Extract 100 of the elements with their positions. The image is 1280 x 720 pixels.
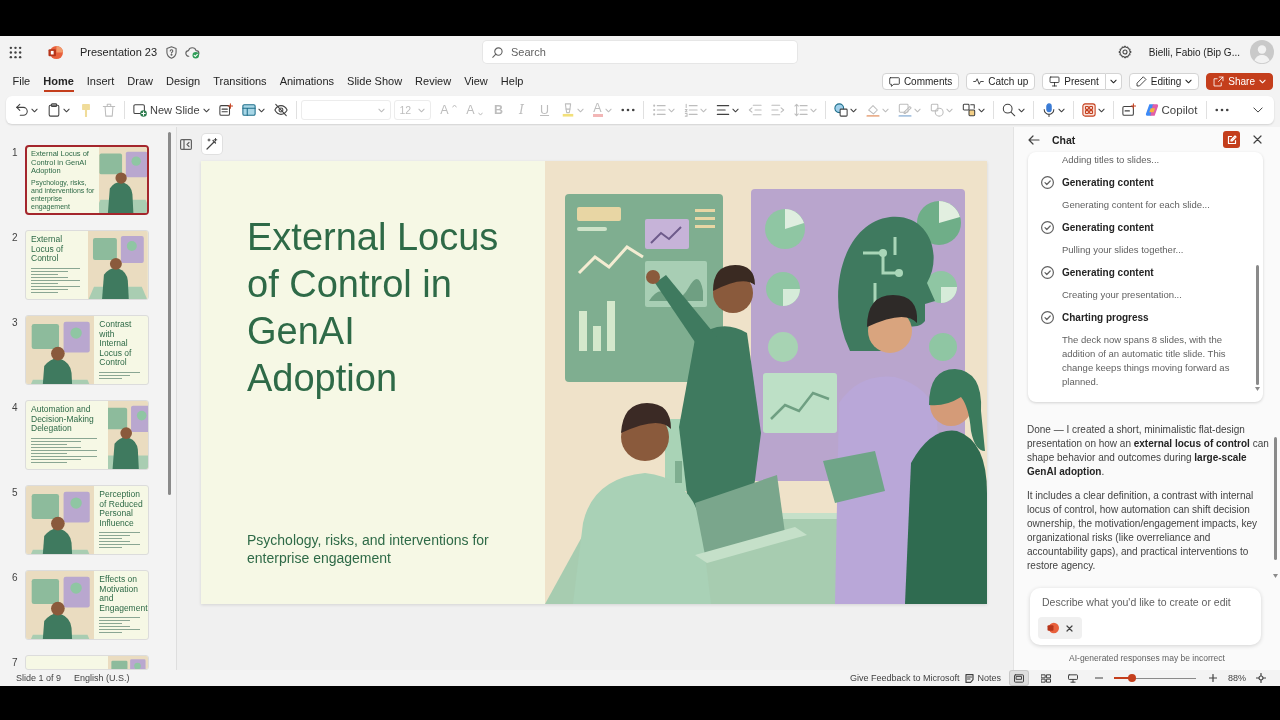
thumbnail-illustration-drawing [107,401,148,469]
scrollbar-thumb[interactable] [1255,265,1259,385]
step-detail: Creating your presentation... [1061,288,1183,302]
thumbnail-illustration-drawing [26,486,95,554]
slide-thumbnail[interactable]: Perception of Reduced Personal Influence [25,485,149,555]
eye-slash-icon [273,103,288,117]
caret-icon [1185,78,1193,84]
caret-icon [202,107,210,113]
zoom-percentage[interactable]: 88% [1228,673,1246,683]
slide-number: 3 [11,317,19,329]
menu-tab[interactable]: Help [494,70,530,92]
catch-up-button[interactable]: Catch up [966,72,1036,90]
normal-view-button[interactable] [1010,671,1028,685]
step-detail: Pulling your slides together... [1061,243,1185,257]
step-title: Charting progress [1062,311,1149,323]
remove-attachment-button[interactable] [1066,624,1073,632]
chevron-down-icon [1253,107,1263,113]
close-icon [1253,135,1262,144]
cloud-saved-icon[interactable] [185,45,201,59]
grid-dots-icon [8,45,22,59]
slide-number: 2 [11,232,19,244]
present-button[interactable]: Present [1042,72,1106,90]
share-button[interactable]: Share [1206,72,1273,90]
designer-button[interactable] [202,134,222,154]
settings-icon[interactable] [1117,45,1132,59]
slide-indicator: Slide 1 of 9 [16,673,62,683]
menu-tab[interactable]: Design [159,70,207,92]
slide-thumbnail[interactable]: Effects on Motivation and Engagement [25,570,149,640]
caret-icon [1057,107,1065,113]
slide-thumbnail[interactable]: External Locus of Control [25,230,149,300]
back-button[interactable] [1028,134,1040,145]
grid-tile-icon [1081,103,1096,117]
new-slide-button[interactable]: New Slide [129,99,214,121]
caret-icon [1097,107,1105,113]
new-slide-icon [133,103,147,117]
comments-button[interactable]: Comments [881,72,960,90]
minus-icon [1095,674,1103,682]
slide-number: 4 [11,402,19,414]
slide-subtitle: Psychology, risks, and interventions for enterprise engagement [247,531,490,567]
scrollbar-thumb[interactable] [168,132,171,495]
search-field[interactable]: Search [483,41,797,63]
shapes-outline-icon [929,103,944,117]
prompt-field[interactable]: Describe what you'd like to create or edit [1030,588,1261,645]
align-left-icon [715,103,730,117]
notes-button[interactable]: Notes [965,673,1001,683]
slide-sorter-icon [1041,673,1051,683]
document-title[interactable]: Presentation 23 [80,46,158,58]
new-chat-button[interactable] [1223,131,1240,148]
pane-toggle-button[interactable] [179,137,193,151]
app-launcher-button[interactable] [8,45,22,59]
caret-icon [1109,78,1117,84]
menu-tab[interactable]: Animations [273,70,341,92]
caret-icon [257,107,265,113]
step-title: Generating content [1062,266,1154,278]
menu-tab[interactable]: View [457,70,495,92]
zoom-in-button[interactable] [1208,673,1218,683]
menu-tab[interactable]: Transitions [206,70,274,92]
step-detail: Generating content for each slide... [1061,198,1211,212]
highlighter-icon [560,103,575,117]
menu-tab[interactable]: Draw [120,70,160,92]
fit-to-window-button[interactable] [1256,673,1266,683]
close-icon [1066,624,1073,632]
outdent-icon [747,103,762,117]
share-icon [1213,75,1225,87]
magic-wand-icon [206,138,218,150]
caret-icon [977,107,985,113]
step-detail: The deck now spans 8 slides, with the addition of an automatic title slide. This change keeps things moving forward as planned. [1061,333,1231,389]
menu-tab[interactable]: File [6,70,37,92]
menu-tab[interactable]: Review [408,70,458,92]
close-button[interactable] [1253,135,1262,144]
user-name[interactable]: Bielli, Fabio (Bip G... [1148,46,1240,58]
clipboard-icon [47,103,61,117]
sparkle-slide-icon [218,103,233,117]
feedback-link[interactable]: Give Feedback to Microsoft [849,673,960,683]
editing-mode-button[interactable]: Editing [1128,72,1200,90]
slide-thumbnail[interactable]: Contrast with Internal Locus of Control [25,315,149,385]
pulse-icon [973,75,985,87]
caret-icon [731,107,739,113]
menu-tab[interactable]: Insert [80,70,121,92]
caret-icon [667,107,675,113]
slide-thumbnail[interactable]: Automation and Decision-Making Delegation [25,400,149,470]
shield-icon[interactable] [166,45,178,59]
scrollbar-thumb[interactable] [1273,437,1277,560]
thumbnail-text-lines-drawing [99,532,141,550]
slide-number: 6 [11,572,19,584]
thumbnail-text-lines-drawing [31,267,80,295]
slide-thumbnail[interactable] [25,655,149,670]
slide-number: 1 [11,147,19,159]
copilot-button[interactable]: Copilot [1140,99,1203,121]
menu-tab[interactable]: Slide Show [340,70,409,92]
caret-icon [63,107,70,113]
thumbnail-title: External Locus of Control [31,235,65,264]
layout-icon [241,103,256,117]
language-indicator[interactable]: English (U.S.) [74,673,130,683]
caret-icon [881,107,889,113]
chat-message: Done — I created a short, minimalistic flat-design presentation on how an external locus of control can shape behavior and outcomes during large-scale GenAI adoption. [1027,423,1269,479]
chat-title: Chat [1052,133,1076,146]
line-spacing-icon [793,103,808,117]
zoom-slider-thumb[interactable] [1128,674,1136,682]
bullet-list-icon [651,103,666,117]
